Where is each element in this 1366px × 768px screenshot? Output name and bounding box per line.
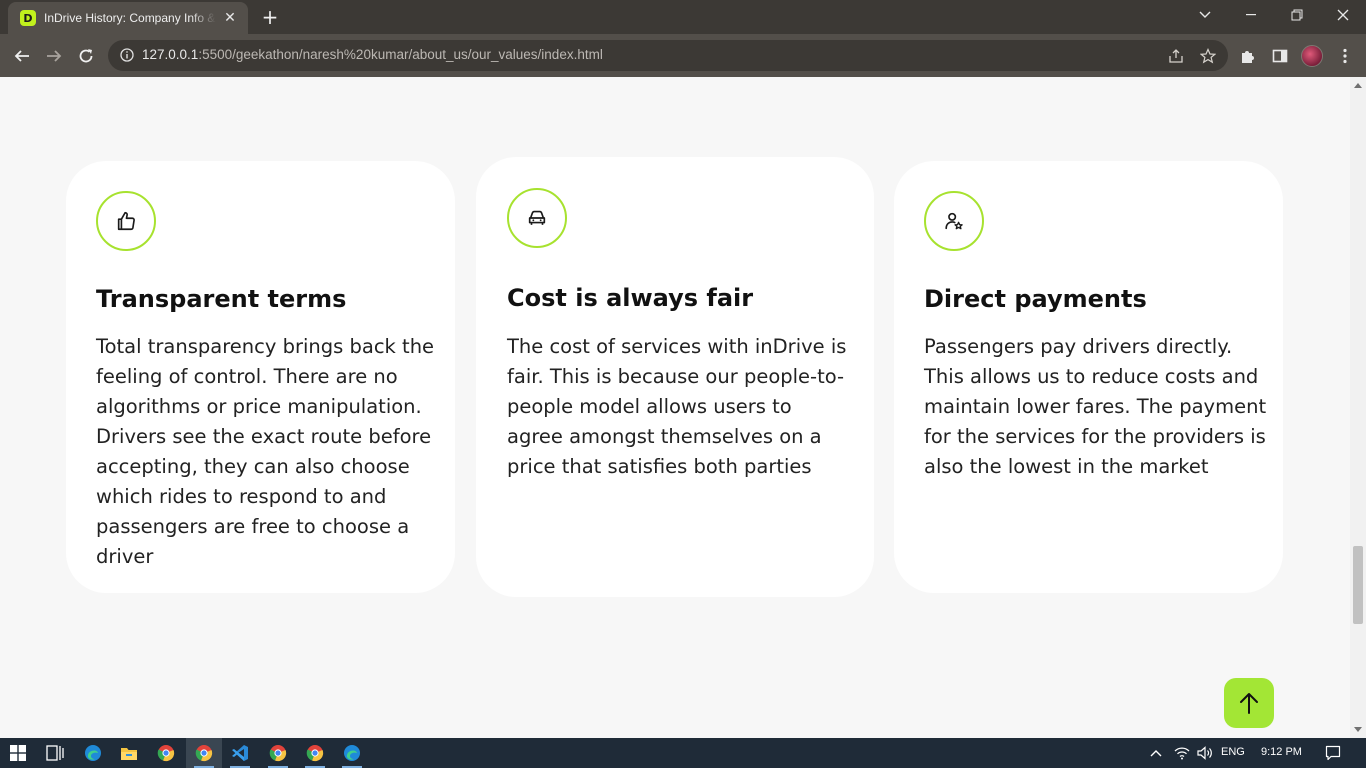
card-title: Cost is always fair xyxy=(507,284,754,312)
close-tab-icon[interactable]: ✕ xyxy=(222,10,238,26)
card-line: for the services for the providers is xyxy=(924,425,1266,448)
clock-time[interactable]: 9:12 PM xyxy=(1261,746,1302,758)
profile-avatar[interactable] xyxy=(1301,45,1323,67)
card-line: This allows us to reduce costs and xyxy=(924,365,1259,388)
card-line: Drivers see the exact route before xyxy=(96,425,432,448)
card-description: The cost of services with inDrive is fai… xyxy=(507,332,857,482)
forward-arrow-icon[interactable] xyxy=(41,43,67,69)
card-line: maintain lower fares. The payment xyxy=(924,395,1267,418)
value-card-direct-payments: Direct payments Passengers pay drivers d… xyxy=(894,161,1283,593)
browser-tab[interactable]: D InDrive History: Company Info & ✕ xyxy=(8,2,248,34)
scroll-to-top-button[interactable] xyxy=(1224,678,1274,728)
card-line: feeling of control. There are no xyxy=(96,365,398,388)
new-tab-button[interactable]: + xyxy=(258,5,282,29)
reload-icon[interactable] xyxy=(73,43,99,69)
minimize-window-button[interactable] xyxy=(1228,0,1274,30)
volume-icon[interactable] xyxy=(1193,738,1217,768)
close-window-button[interactable] xyxy=(1320,0,1366,30)
card-line: price that satisfies both parties xyxy=(507,455,812,478)
page-scrollbar[interactable] xyxy=(1350,77,1366,738)
restore-window-button[interactable] xyxy=(1274,0,1320,30)
card-line: algorithms or price manipulation. xyxy=(96,395,422,418)
card-title: Direct payments xyxy=(924,285,1147,313)
tab-search-chevron-icon[interactable] xyxy=(1182,0,1228,30)
browser-menu-icon[interactable] xyxy=(1334,45,1356,67)
share-icon[interactable] xyxy=(1166,46,1186,66)
scroll-down-arrow-icon[interactable] xyxy=(1354,727,1362,732)
wifi-icon[interactable] xyxy=(1170,738,1194,768)
edge-browser-icon[interactable] xyxy=(75,738,111,768)
browser-tab-bar: D InDrive History: Company Info & ✕ + xyxy=(0,0,1366,34)
browser-toolbar: 127.0.0.1:5500/geekathon/naresh%20kumar/… xyxy=(0,34,1366,77)
card-line: passengers are free to choose a xyxy=(96,515,410,538)
file-explorer-icon[interactable] xyxy=(111,738,147,768)
card-line: people model allows users to xyxy=(507,395,792,418)
show-hidden-icons-chevron-icon[interactable] xyxy=(1138,738,1174,768)
bookmark-star-icon[interactable] xyxy=(1198,46,1218,66)
user-star-icon xyxy=(924,191,984,251)
input-language[interactable]: ENG xyxy=(1221,746,1245,758)
arrow-up-icon xyxy=(1240,693,1258,714)
favicon-letter: D xyxy=(23,11,33,25)
card-line: driver xyxy=(96,545,154,568)
card-line: Passengers pay drivers directly. xyxy=(924,335,1233,358)
windows-taskbar: ENG 9:12 PM xyxy=(0,738,1366,768)
site-info-icon[interactable] xyxy=(120,48,134,62)
card-line: accepting, they can also choose xyxy=(96,455,410,478)
card-line: also the lowest in the market xyxy=(924,455,1209,478)
card-line: Total transparency brings back the xyxy=(96,335,435,358)
notification-center-icon[interactable] xyxy=(1317,738,1349,768)
url-host: 127.0.0.1 xyxy=(142,47,199,62)
card-description: Total transparency brings back the feeli… xyxy=(96,332,441,572)
scroll-up-arrow-icon[interactable] xyxy=(1354,83,1362,88)
value-card-transparent-terms: Transparent terms Total transparency bri… xyxy=(66,161,455,593)
card-line: The cost of services with inDrive is xyxy=(507,335,847,358)
chrome-profile-3-icon[interactable] xyxy=(297,738,333,768)
chrome-profile-2-icon[interactable] xyxy=(260,738,296,768)
page-viewport: Transparent terms Total transparency bri… xyxy=(0,77,1350,738)
tab-title: InDrive History: Company Info & xyxy=(44,11,216,25)
side-panel-icon[interactable] xyxy=(1269,45,1291,67)
card-description: Passengers pay drivers directly. This al… xyxy=(924,332,1269,482)
car-icon xyxy=(507,188,567,248)
scrollbar-thumb[interactable] xyxy=(1353,546,1363,624)
chrome-icon[interactable] xyxy=(148,738,184,768)
address-bar[interactable]: 127.0.0.1:5500/geekathon/naresh%20kumar/… xyxy=(108,40,1228,71)
windows-start-icon[interactable] xyxy=(0,738,36,768)
card-title: Transparent terms xyxy=(96,285,347,313)
url-path: :5500/geekathon/naresh%20kumar/about_us/… xyxy=(198,47,603,62)
thumbs-up-icon xyxy=(96,191,156,251)
vscode-icon[interactable] xyxy=(222,738,258,768)
back-arrow-icon[interactable] xyxy=(9,43,35,69)
chrome-active-window-icon[interactable] xyxy=(186,738,222,768)
card-line: agree amongst themselves on a xyxy=(507,425,822,448)
indrive-favicon-icon: D xyxy=(20,10,36,26)
task-view-icon[interactable] xyxy=(37,738,73,768)
edge-window-icon[interactable] xyxy=(334,738,370,768)
card-line: fair. This is because our people-to- xyxy=(507,365,845,388)
value-card-cost-fair: Cost is always fair The cost of services… xyxy=(476,157,874,597)
url-text: 127.0.0.1:5500/geekathon/naresh%20kumar/… xyxy=(142,47,603,62)
card-line: which rides to respond to and xyxy=(96,485,387,508)
extensions-puzzle-icon[interactable] xyxy=(1237,45,1259,67)
